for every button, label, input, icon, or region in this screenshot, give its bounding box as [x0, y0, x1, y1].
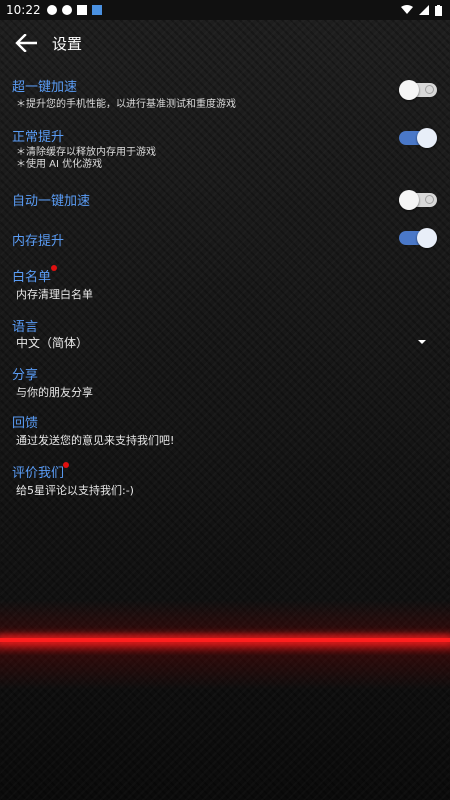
laser-glow-decoration [0, 600, 450, 690]
setting-memory-boost[interactable]: 内存提升 [0, 226, 450, 258]
setting-language-title: 语言 [12, 320, 39, 335]
toggle-gear-icon [425, 195, 434, 204]
setting-auto-boost-title: 自动一键加速 [12, 194, 91, 209]
toggle-thumb [417, 128, 437, 148]
page-title: 设置 [52, 34, 83, 53]
setting-share[interactable]: 分享 与你的朋友分享 [0, 364, 450, 402]
status-notification-icons [46, 5, 102, 15]
normal-boost-toggle[interactable] [399, 128, 437, 148]
notification-icon [46, 5, 57, 15]
toolbar: 设置 [0, 20, 450, 66]
toggle-gear-icon [425, 85, 434, 94]
whitelist-notification-dot [51, 265, 57, 271]
app-icon [91, 5, 102, 15]
status-bar: 10:22 [0, 0, 450, 20]
wifi-icon [401, 5, 413, 14]
back-button[interactable] [4, 21, 48, 65]
toggle-thumb [417, 228, 437, 248]
dropdown-arrow-icon[interactable] [418, 340, 426, 344]
memory-boost-toggle[interactable] [399, 228, 437, 248]
laser-line-decoration [0, 638, 450, 642]
setting-whitelist-subtitle: 内存清理白名单 [16, 288, 93, 301]
setting-rate-title: 评价我们 [12, 466, 65, 481]
toggle-thumb [399, 190, 419, 210]
setting-auto-boost[interactable]: 自动一键加速 [0, 186, 450, 218]
setting-feedback[interactable]: 回馈 通过发送您的意见来支持我们吧! [0, 412, 450, 450]
setting-memory-boost-title: 内存提升 [12, 234, 65, 249]
setting-share-title: 分享 [12, 368, 39, 383]
setting-whitelist-title: 白名单 [12, 270, 52, 285]
setting-rate-subtitle: 给5星评论以支持我们:-) [16, 484, 134, 497]
bag-icon [76, 5, 87, 15]
status-time: 10:22 [6, 3, 41, 17]
setting-normal-boost[interactable]: 正常提升 ＊清除缓存以释放内存用于游戏 ＊使用 AI 优化游戏 [0, 124, 450, 178]
toggle-thumb [399, 80, 419, 100]
setting-rate[interactable]: 评价我们 给5星评论以支持我们:-) [0, 462, 450, 502]
setting-whitelist[interactable]: 白名单 内存清理白名单 [0, 262, 450, 304]
back-arrow-icon [15, 34, 37, 52]
setting-boost-desc: ＊提升您的手机性能，以进行基准测试和重度游戏 [16, 99, 236, 110]
auto-boost-toggle[interactable] [399, 190, 437, 210]
setting-feedback-title: 回馈 [12, 416, 39, 431]
telegram-icon [61, 5, 72, 15]
rate-notification-dot [63, 462, 69, 468]
setting-boost[interactable]: 超一键加速 ＊提升您的手机性能，以进行基准测试和重度游戏 [0, 74, 450, 122]
battery-icon [435, 4, 442, 16]
setting-boost-title: 超一键加速 [12, 80, 78, 95]
setting-feedback-subtitle: 通过发送您的意见来支持我们吧! [16, 434, 175, 447]
setting-share-subtitle: 与你的朋友分享 [16, 386, 93, 399]
setting-normal-boost-desc-2: ＊使用 AI 优化游戏 [16, 159, 103, 170]
setting-normal-boost-title: 正常提升 [12, 130, 65, 145]
setting-language[interactable]: 语言 中文（简体） [0, 314, 450, 354]
boost-toggle[interactable] [399, 80, 437, 100]
status-system-icons [401, 4, 442, 16]
language-select-value[interactable]: 中文（简体） [16, 334, 88, 351]
signal-icon [419, 5, 429, 15]
